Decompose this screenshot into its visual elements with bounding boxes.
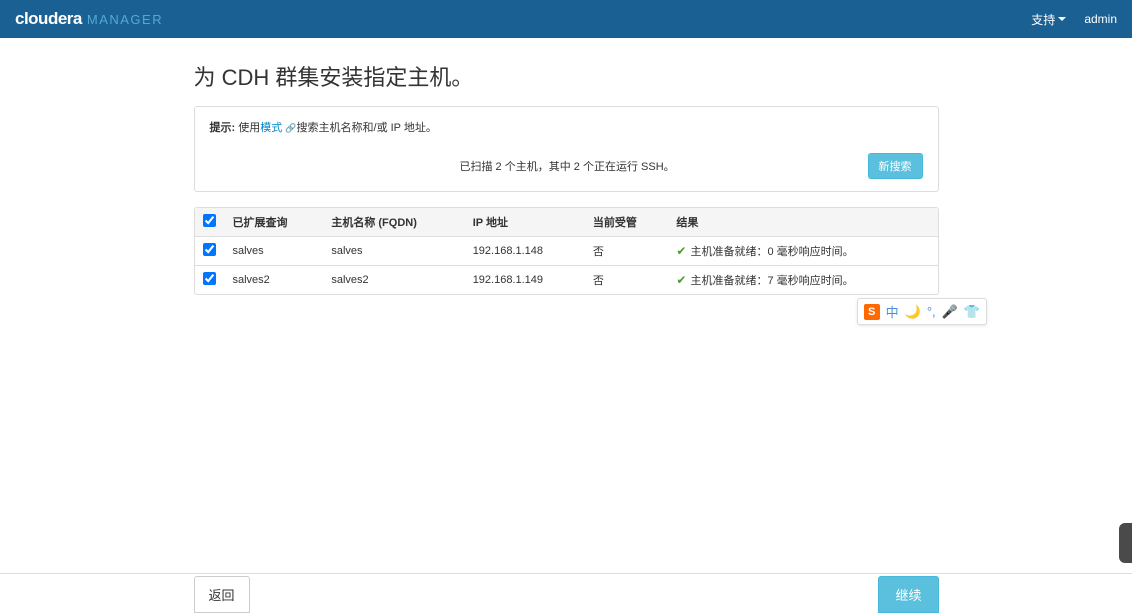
continue-button[interactable]: 继续 — [878, 576, 938, 613]
cell-ip: 192.168.1.148 — [465, 237, 585, 266]
back-button[interactable]: 返回 — [194, 576, 250, 613]
external-link-icon: 🔗 — [285, 123, 296, 133]
cell-hostname: salves2 — [323, 266, 464, 295]
cell-expanded: salves2 — [225, 266, 324, 295]
ime-mic-icon: 🎤 — [942, 304, 958, 320]
header-hostname: 主机名称 (FQDN) — [323, 208, 464, 237]
hint-text2: 搜索主机名称和/或 IP 地址。 — [297, 122, 437, 134]
new-search-button[interactable]: 新搜索 — [868, 153, 923, 179]
scroll-indicator[interactable] — [1119, 523, 1132, 563]
result-text: 主机准备就绪：7 毫秒响应时间。 — [690, 275, 853, 287]
ime-zhong-icon: 中 — [886, 302, 899, 321]
row-checkbox-cell — [195, 237, 225, 266]
brand-logo[interactable]: cloudera MANAGER — [15, 9, 163, 29]
header-expanded: 已扩展查询 — [225, 208, 324, 237]
pattern-link[interactable]: 模式 — [260, 122, 282, 134]
header-managed: 当前受管 — [585, 208, 669, 237]
page-title: 为 CDH 群集安装指定主机。 — [194, 60, 939, 92]
header-ip: IP 地址 — [465, 208, 585, 237]
top-navbar: cloudera MANAGER 支持 admin — [0, 0, 1132, 38]
row-checkbox[interactable] — [203, 272, 216, 285]
footer-bar: 返回 继续 — [0, 573, 1132, 613]
scan-status-text: 已扫描 2 个主机，其中 2 个正在运行 SSH。 — [460, 158, 675, 174]
row-checkbox-cell — [195, 266, 225, 295]
support-label: 支持 — [1031, 11, 1055, 28]
support-dropdown[interactable]: 支持 — [1031, 11, 1066, 28]
check-icon: ✔ — [676, 273, 686, 287]
search-panel: 提示: 使用模式 🔗搜索主机名称和/或 IP 地址。 已扫描 2 个主机，其中 … — [194, 106, 939, 192]
ime-shirt-icon: 👕 — [964, 304, 980, 320]
cell-result: ✔ 主机准备就绪：7 毫秒响应时间。 — [668, 266, 937, 295]
brand-text-sub: MANAGER — [87, 12, 163, 27]
ime-s-icon: S — [864, 304, 880, 320]
cell-result: ✔ 主机准备就绪：0 毫秒响应时间。 — [668, 237, 937, 266]
row-checkbox[interactable] — [203, 243, 216, 256]
hint-text: 提示: 使用模式 🔗搜索主机名称和/或 IP 地址。 — [210, 119, 923, 135]
table-header-row: 已扩展查询 主机名称 (FQDN) IP 地址 当前受管 结果 — [195, 208, 938, 237]
ime-comma-icon: °, — [927, 304, 936, 319]
cell-managed: 否 — [585, 237, 669, 266]
scan-status-row: 已扫描 2 个主机，其中 2 个正在运行 SSH。 新搜索 — [210, 153, 923, 179]
nav-right: 支持 admin — [1031, 11, 1117, 28]
main-content: 为 CDH 群集安装指定主机。 提示: 使用模式 🔗搜索主机名称和/或 IP 地… — [194, 38, 939, 295]
admin-link[interactable]: admin — [1084, 12, 1117, 26]
caret-down-icon — [1058, 17, 1066, 21]
header-checkbox-cell — [195, 208, 225, 237]
result-text: 主机准备就绪：0 毫秒响应时间。 — [690, 246, 853, 258]
cell-hostname: salves — [323, 237, 464, 266]
hint-prefix: 提示: — [210, 122, 239, 134]
admin-label: admin — [1084, 12, 1117, 26]
cell-ip: 192.168.1.149 — [465, 266, 585, 295]
table-row: salves salves 192.168.1.148 否 ✔ 主机准备就绪：0 … — [195, 237, 938, 266]
cell-managed: 否 — [585, 266, 669, 295]
cell-expanded: salves — [225, 237, 324, 266]
check-icon: ✔ — [676, 244, 686, 258]
brand-text-main: cloudera — [15, 9, 82, 29]
header-result: 结果 — [668, 208, 937, 237]
ime-moon-icon: 🌙 — [905, 304, 921, 320]
ime-floating-widget[interactable]: S 中 🌙 °, 🎤 👕 — [857, 298, 987, 325]
hint-text1: 使用 — [238, 122, 260, 134]
hosts-table: 已扩展查询 主机名称 (FQDN) IP 地址 当前受管 结果 salves s… — [195, 208, 938, 294]
select-all-checkbox[interactable] — [203, 214, 216, 227]
hosts-table-panel: 已扩展查询 主机名称 (FQDN) IP 地址 当前受管 结果 salves s… — [194, 207, 939, 295]
table-row: salves2 salves2 192.168.1.149 否 ✔ 主机准备就绪：… — [195, 266, 938, 295]
